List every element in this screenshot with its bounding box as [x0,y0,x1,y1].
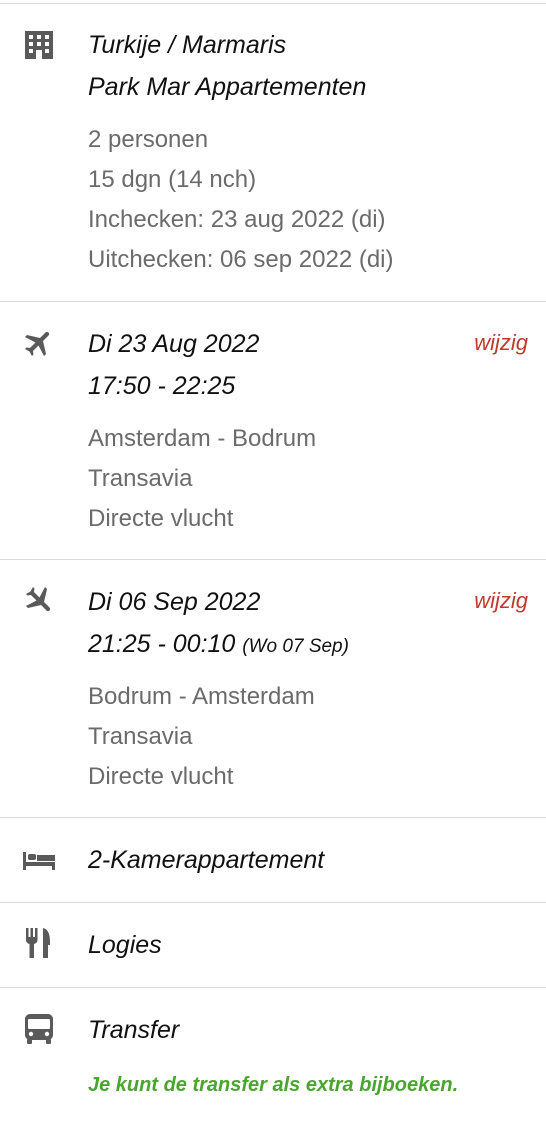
board-type: Logies [88,931,162,959]
bus-icon [22,1012,56,1046]
outbound-flight-airline: Transavia [88,465,193,492]
outbound-flight-type: Directe vlucht [88,505,234,532]
room-section: 2-Kamerappartement [0,818,546,902]
return-flight-times-row: 21:25 - 00:10 (Wo 07 Sep) [88,630,349,659]
accommodation-checkout: Uitchecken: 06 sep 2022 (di) [88,246,394,273]
outbound-flight-times: 17:50 - 22:25 [88,372,236,400]
board-section: Logies [0,903,546,987]
accommodation-name: Park Mar Appartementen [88,73,367,101]
plane-arrival-icon [22,584,56,618]
transfer-note: Je kunt de transfer als extra bijboeken. [88,1074,459,1096]
accommodation-location: Turkije / Marmaris [88,31,287,59]
return-flight-arrival-note: (Wo 07 Sep) [242,636,349,657]
outbound-flight-route: Amsterdam - Bodrum [88,425,317,452]
outbound-flight-section: Di 23 Aug 2022 wijzig 17:50 - 22:25 Amst… [0,302,546,558]
return-flight-route: Bodrum - Amsterdam [88,683,315,710]
transfer-label: Transfer [88,1016,180,1044]
accommodation-checkin: Inchecken: 23 aug 2022 (di) [88,206,386,233]
outbound-flight-change-link[interactable]: wijzig [474,330,528,356]
plane-departure-icon [22,326,56,360]
outbound-flight-date: Di 23 Aug 2022 [88,330,260,358]
room-type: 2-Kamerappartement [88,846,325,874]
accommodation-persons: 2 personen [88,126,209,153]
cutlery-icon [22,926,56,960]
return-flight-times: 21:25 - 00:10 [88,630,236,658]
return-flight-type: Directe vlucht [88,763,234,790]
building-icon [22,28,56,62]
bed-icon [22,843,56,877]
accommodation-duration: 15 dgn (14 nch) [88,166,257,193]
transfer-section: Transfer Je kunt de transfer als extra b… [0,988,546,1122]
return-flight-date: Di 06 Sep 2022 [88,588,261,616]
accommodation-section: Turkije / Marmaris Park Mar Appartemente… [0,0,546,300]
return-flight-section: Di 06 Sep 2022 wijzig 21:25 - 00:10 (Wo … [0,560,546,816]
return-flight-airline: Transavia [88,723,193,750]
return-flight-change-link[interactable]: wijzig [474,588,528,614]
booking-summary: Turkije / Marmaris Park Mar Appartemente… [0,0,546,1122]
